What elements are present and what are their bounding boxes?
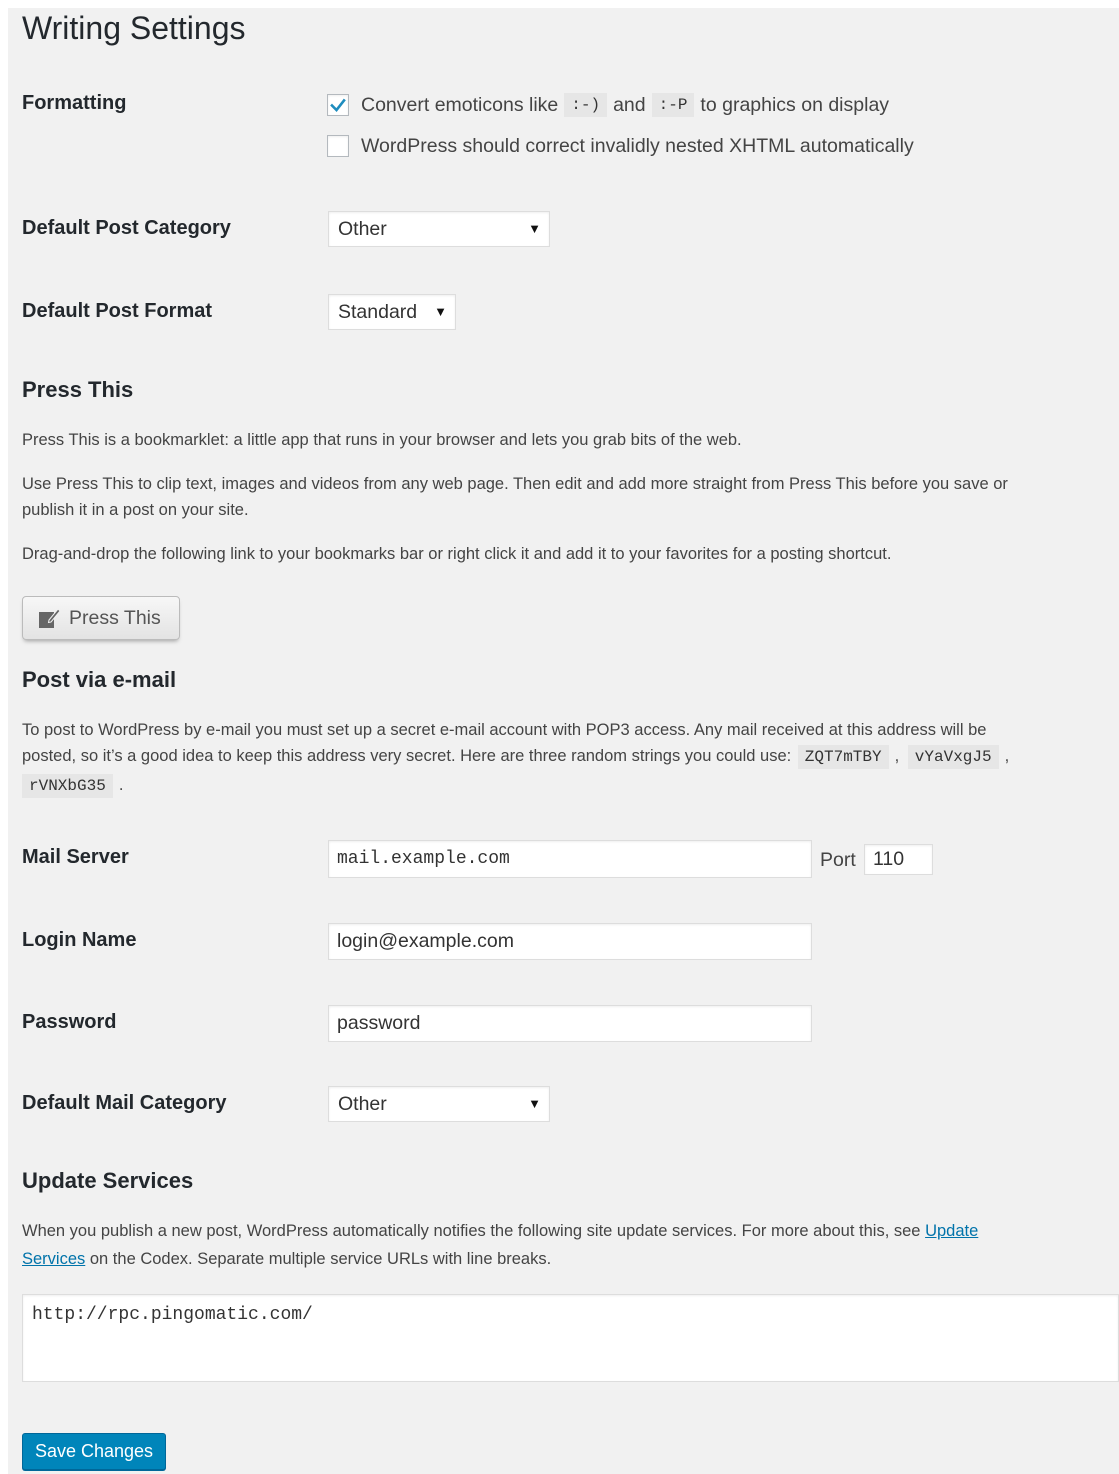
- port-label: Port: [820, 849, 856, 871]
- default-mail-category-select[interactable]: Other ▼: [328, 1086, 550, 1122]
- random-string-2: vYaVxgJ5: [907, 745, 999, 769]
- page-title: Writing Settings: [22, 10, 246, 46]
- post-via-email-line2: posted, so it’s a good idea to keep this…: [22, 743, 1009, 771]
- default-post-format-select[interactable]: Standard ▼: [328, 294, 456, 330]
- dropdown-arrow-icon: ▼: [528, 1096, 541, 1111]
- update-services-text: When you publish a new post, WordPress a…: [22, 1222, 921, 1240]
- mail-server-label: Mail Server: [22, 846, 129, 868]
- login-name-input[interactable]: login@example.com: [328, 923, 812, 960]
- xhtml-text: WordPress should correct invalidly neste…: [361, 134, 914, 157]
- post-via-email-line2-text: posted, so it’s a good idea to keep this…: [22, 747, 792, 765]
- dropdown-arrow-icon: ▼: [528, 221, 541, 236]
- update-services-line2: Services on the Codex. Separate multiple…: [22, 1246, 551, 1273]
- post-via-email-line3: rVNXbG35.: [22, 772, 123, 800]
- update-services-link-cont[interactable]: Services: [22, 1250, 85, 1268]
- ping-sites-textarea[interactable]: http://rpc.pingomatic.com/: [22, 1294, 1119, 1382]
- separator-comma: ,: [1004, 747, 1010, 765]
- separator-comma: ,: [894, 747, 900, 765]
- random-string-1: ZQT7mTBY: [797, 745, 889, 769]
- random-string-3: rVNXbG35: [22, 774, 113, 798]
- default-mail-category-label: Default Mail Category: [22, 1092, 227, 1114]
- xhtml-option: WordPress should correct invalidly neste…: [327, 133, 914, 159]
- separator-period: .: [118, 776, 124, 794]
- default-post-category-label: Default Post Category: [22, 217, 231, 239]
- default-mail-category-value: Other: [338, 1093, 387, 1115]
- post-via-email-heading: Post via e-mail: [22, 667, 177, 692]
- emoticons-option: Convert emoticons like :-) and :-P to gr…: [327, 92, 889, 118]
- default-post-format-label: Default Post Format: [22, 300, 213, 322]
- press-this-para3: Drag-and-drop the following link to your…: [22, 545, 892, 563]
- port-input[interactable]: 110: [864, 844, 933, 875]
- password-label: Password: [22, 1011, 117, 1033]
- save-changes-button[interactable]: Save Changes: [22, 1433, 166, 1470]
- emoticon-code-smile: :-): [564, 93, 608, 117]
- emoticon-code-tongue: :-P: [651, 93, 695, 117]
- mail-server-input[interactable]: mail.example.com: [328, 840, 812, 878]
- press-this-para1: Press This is a bookmarklet: a little ap…: [22, 431, 742, 449]
- update-services-line1: When you publish a new post, WordPress a…: [22, 1218, 978, 1245]
- formatting-label: Formatting: [22, 92, 127, 114]
- login-name-label: Login Name: [22, 929, 137, 951]
- emoticons-checkbox[interactable]: [327, 94, 349, 116]
- emoticons-text-mid: and: [613, 93, 646, 116]
- emoticons-text-after: to graphics on display: [700, 93, 890, 116]
- emoticons-text-before: Convert emoticons like: [361, 93, 559, 116]
- press-this-para2-line1: Use Press This to clip text, images and …: [22, 475, 1008, 493]
- checkmark-icon: [330, 98, 346, 112]
- default-post-category-select[interactable]: Other ▼: [328, 211, 550, 247]
- default-post-category-value: Other: [338, 218, 387, 240]
- press-this-icon: [39, 608, 61, 628]
- press-this-heading: Press This: [22, 377, 134, 402]
- dropdown-arrow-icon: ▼: [434, 304, 447, 319]
- post-via-email-line1: To post to WordPress by e-mail you must …: [22, 721, 987, 739]
- press-this-para2-line2: publish it in a post on your site.: [22, 501, 249, 519]
- xhtml-checkbox[interactable]: [327, 135, 349, 157]
- update-services-heading: Update Services: [22, 1168, 194, 1193]
- update-services-link[interactable]: Update: [925, 1222, 978, 1240]
- password-input[interactable]: password: [328, 1005, 812, 1042]
- press-this-button-label: Press This: [69, 606, 161, 629]
- default-post-format-value: Standard: [338, 301, 418, 323]
- update-services-text-after: on the Codex. Separate multiple service …: [89, 1250, 552, 1268]
- press-this-bookmarklet-button[interactable]: Press This: [22, 596, 180, 640]
